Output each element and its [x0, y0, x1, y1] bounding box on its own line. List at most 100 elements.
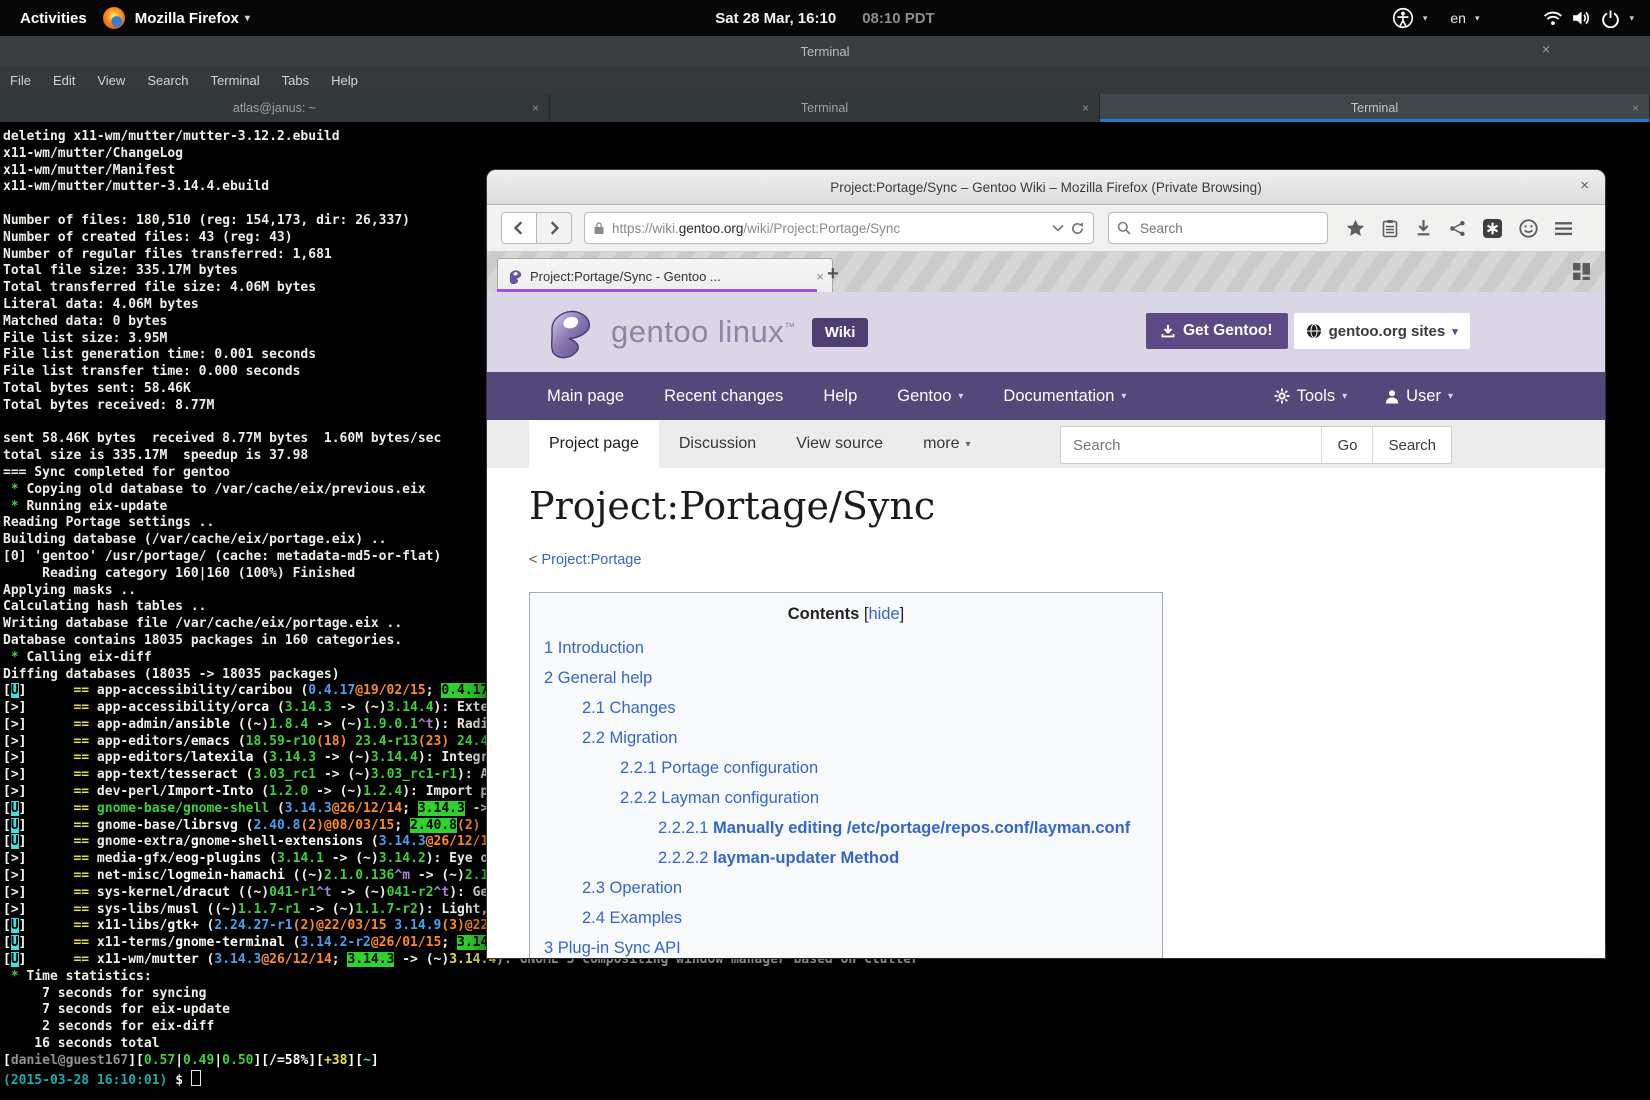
- breadcrumb: <Project:Portage: [529, 552, 1605, 568]
- url-bar[interactable]: https://wiki.gentoo.org/wiki/Project:Por…: [584, 212, 1094, 244]
- chevron-right-icon: [548, 221, 560, 235]
- search-input[interactable]: [1138, 220, 1282, 237]
- tools-menu[interactable]: Tools ▾: [1274, 387, 1348, 406]
- chevron-left-icon: [513, 221, 525, 235]
- toc-entry: 2.3 Operation: [544, 873, 1148, 903]
- subnav-tab-project-page[interactable]: Project page: [529, 420, 659, 468]
- downloads-icon[interactable]: [1415, 219, 1432, 237]
- close-icon[interactable]: ×: [1580, 178, 1589, 193]
- toc-link[interactable]: 3 Plug-in Sync API: [544, 939, 681, 957]
- wiki-search-input[interactable]: [1061, 437, 1321, 454]
- terminal-line: x11-wm/mutter/ChangeLog: [3, 146, 1650, 163]
- subnav-tab-discussion[interactable]: Discussion: [659, 420, 776, 468]
- nav-item-gentoo[interactable]: Gentoo▾: [897, 387, 963, 406]
- chevron-down-icon: ▾: [1452, 325, 1458, 338]
- toc-link[interactable]: 2.2.2.1 Manually editing /etc/portage/re…: [658, 819, 1130, 837]
- toc-entry: 2.2.2 Layman configuration: [544, 783, 1148, 813]
- terminal-line: 7 seconds for syncing: [3, 986, 1650, 1003]
- toc-link[interactable]: 2.2.1 Portage configuration: [620, 759, 818, 777]
- terminal-titlebar[interactable]: Terminal ×: [0, 36, 1650, 66]
- terminal-line: (2015-03-28 16:10:01) $: [3, 1070, 1650, 1087]
- tab-close-icon[interactable]: ×: [816, 269, 824, 284]
- toc-entry: 2.1 Changes: [544, 693, 1148, 723]
- toc-link[interactable]: 2.2.2 Layman configuration: [620, 789, 819, 807]
- terminal-menu-search[interactable]: Search: [147, 73, 188, 88]
- toc-entry: 2.2.1 Portage configuration: [544, 753, 1148, 783]
- reload-button[interactable]: [1070, 221, 1085, 236]
- tab-close-icon[interactable]: ×: [1082, 101, 1089, 115]
- terminal-menu-tabs[interactable]: Tabs: [282, 73, 309, 88]
- terminal-line: [daniel@guest167][0.57|0.49|0.50][/=58%]…: [3, 1053, 1650, 1070]
- terminal-line: 2 seconds for eix-diff: [3, 1019, 1650, 1036]
- tab-groups-icon[interactable]: [1572, 262, 1591, 281]
- go-button[interactable]: Go: [1321, 427, 1372, 463]
- get-gentoo-button[interactable]: Get Gentoo!: [1146, 313, 1288, 349]
- bookmark-star-icon[interactable]: [1346, 219, 1365, 237]
- chat-smiley-icon[interactable]: [1519, 219, 1538, 238]
- adblock-icon[interactable]: [1483, 219, 1502, 238]
- toc-link[interactable]: 2.2.2.2 layman-updater Method: [658, 849, 899, 867]
- toc-link[interactable]: 2.1 Changes: [582, 699, 676, 717]
- toc-link[interactable]: 2.4 Examples: [582, 909, 682, 927]
- terminal-menu-view[interactable]: View: [97, 73, 125, 88]
- terminal-tab-label: Terminal: [801, 101, 848, 115]
- secondary-clock-label: 08:10 PDT: [862, 10, 935, 27]
- clock-label: Sat 28 Mar, 16:10: [715, 10, 836, 27]
- terminal-tab[interactable]: Terminal×: [1100, 94, 1650, 122]
- search-icon: [1117, 221, 1131, 235]
- toc-hide-link[interactable]: hide: [868, 605, 899, 623]
- toc-link[interactable]: 2.2 Migration: [582, 729, 677, 747]
- wiki-search-button[interactable]: Search: [1372, 427, 1451, 463]
- download-icon: [1161, 324, 1175, 338]
- tab-close-icon[interactable]: ×: [532, 101, 539, 115]
- close-icon[interactable]: ×: [1542, 42, 1550, 56]
- firefox-titlebar[interactable]: Project:Portage/Sync – Gentoo Wiki – Moz…: [487, 170, 1605, 205]
- browser-tab[interactable]: Project:Portage/Sync - Gentoo ... ×: [497, 258, 833, 293]
- gentoo-logo[interactable]: [537, 301, 597, 363]
- reading-list-icon[interactable]: [1382, 219, 1398, 238]
- wiki-navbar: Main page Recent changes Help Gentoo▾ Docume…: [487, 372, 1605, 420]
- terminal-menu-help[interactable]: Help: [331, 73, 358, 88]
- terminal-line: * Time statistics:: [3, 969, 1650, 986]
- user-icon: [1385, 389, 1399, 404]
- new-tab-button[interactable]: +: [827, 264, 839, 284]
- reload-icon: [1070, 221, 1085, 236]
- toc-entry: 2.4 Examples: [544, 903, 1148, 933]
- menu-hamburger-icon[interactable]: [1555, 221, 1572, 236]
- terminal-menu-file[interactable]: File: [10, 73, 31, 88]
- firefox-toolbar: https://wiki.gentoo.org/wiki/Project:Por…: [487, 205, 1605, 252]
- firefox-window: Project:Portage/Sync – Gentoo Wiki – Moz…: [487, 170, 1605, 958]
- terminal-menu-edit[interactable]: Edit: [53, 73, 75, 88]
- back-button[interactable]: [501, 212, 537, 244]
- toc-link[interactable]: 1 Introduction: [544, 639, 644, 657]
- terminal-title: Terminal: [800, 44, 849, 59]
- tab-close-icon[interactable]: ×: [1632, 101, 1639, 115]
- clock[interactable]: Sat 28 Mar, 16:10 08:10 PDT: [0, 10, 1650, 27]
- toc-link[interactable]: 2 General help: [544, 669, 652, 687]
- urlbar-dropdown-button[interactable]: [1052, 224, 1064, 232]
- nav-item-main-page[interactable]: Main page: [547, 387, 624, 406]
- toc-entry: 3 Plug-in Sync API: [544, 933, 1148, 958]
- user-menu[interactable]: User ▾: [1385, 387, 1453, 406]
- terminal-menu-terminal[interactable]: Terminal: [211, 73, 260, 88]
- nav-item-recent-changes[interactable]: Recent changes: [664, 387, 783, 406]
- nav-item-help[interactable]: Help: [823, 387, 857, 406]
- terminal-line: deleting x11-wm/mutter/mutter-3.12.2.ebu…: [3, 129, 1650, 146]
- lock-icon: [593, 221, 605, 235]
- nav-item-documentation[interactable]: Documentation▾: [1003, 387, 1126, 406]
- subnav-tab-view-source[interactable]: View source: [776, 420, 903, 468]
- toc-link[interactable]: 2.3 Operation: [582, 879, 682, 897]
- search-bar[interactable]: [1108, 212, 1328, 244]
- url-text: https://wiki.gentoo.org/wiki/Project:Por…: [612, 221, 1046, 236]
- forward-button[interactable]: [537, 212, 572, 244]
- share-icon[interactable]: [1449, 220, 1466, 237]
- terminal-tab[interactable]: atlas@janus: ~×: [0, 94, 550, 122]
- subnav-tab-more[interactable]: more▾: [903, 420, 990, 468]
- gentoo-sites-button[interactable]: gentoo.org sites ▾: [1294, 313, 1470, 349]
- wiki-header: gentoo linux™ Wiki Get Gentoo!: [487, 292, 1605, 372]
- chevron-down-icon: ▾: [1342, 391, 1347, 402]
- terminal-tab[interactable]: Terminal ×: [550, 94, 1100, 122]
- firefox-window-title: Project:Portage/Sync – Gentoo Wiki – Moz…: [830, 180, 1261, 195]
- breadcrumb-link[interactable]: Project:Portage: [541, 552, 641, 568]
- gentoo-wordmark[interactable]: gentoo linux™: [611, 314, 796, 350]
